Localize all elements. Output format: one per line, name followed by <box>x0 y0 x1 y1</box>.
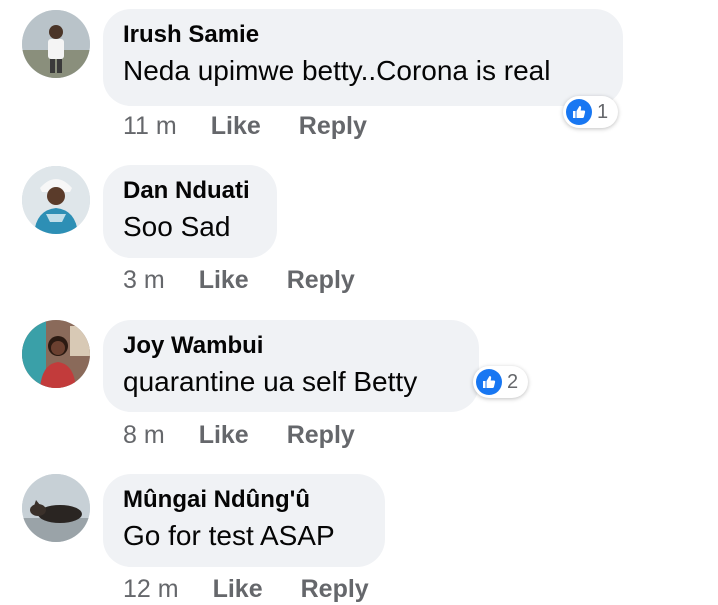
comment-meta: 12 m Like Reply <box>123 573 369 605</box>
avatar[interactable] <box>22 10 90 78</box>
reply-button[interactable]: Reply <box>287 419 355 451</box>
comment-meta: 11 m Like Reply <box>123 110 367 142</box>
comment-bubble: Irush Samie Neda upimwe betty..Corona is… <box>103 9 623 106</box>
like-reaction-icon <box>476 369 502 395</box>
avatar[interactable] <box>22 474 90 542</box>
like-button[interactable]: Like <box>199 419 249 451</box>
avatar[interactable] <box>22 320 90 388</box>
reaction-count: 2 <box>507 370 519 393</box>
like-button[interactable]: Like <box>213 573 263 605</box>
reply-button[interactable]: Reply <box>287 264 355 296</box>
comment-author[interactable]: Joy Wambui <box>123 330 459 362</box>
reaction-count: 1 <box>597 100 609 123</box>
comment-author[interactable]: Irush Samie <box>123 19 603 51</box>
comment-meta: 8 m Like Reply <box>123 419 355 451</box>
reply-button[interactable]: Reply <box>299 110 367 142</box>
comment-meta: 3 m Like Reply <box>123 264 355 296</box>
comment-author[interactable]: Mûngai Ndûng'û <box>123 484 365 516</box>
reaction-count-badge[interactable]: 1 <box>563 96 619 128</box>
comment-text: quarantine ua self Betty <box>123 366 418 397</box>
comment-text: Neda upimwe betty..Corona is real <box>123 55 551 86</box>
reply-button[interactable]: Reply <box>301 573 369 605</box>
person-photo-avatar-icon <box>22 320 90 388</box>
comment-time[interactable]: 8 m <box>123 419 165 451</box>
person-photo-avatar-icon <box>22 10 90 78</box>
comment-time[interactable]: 12 m <box>123 573 179 605</box>
like-button[interactable]: Like <box>199 264 249 296</box>
comment-bubble: Mûngai Ndûng'û Go for test ASAP <box>103 474 385 567</box>
comment-time[interactable]: 3 m <box>123 264 165 296</box>
avatar[interactable] <box>22 166 90 234</box>
comment-bubble: Joy Wambui quarantine ua self Betty <box>103 320 479 412</box>
person-photo-avatar-icon <box>22 166 90 234</box>
comment-text: Soo Sad <box>123 211 231 242</box>
comment-author[interactable]: Dan Nduati <box>123 175 257 207</box>
like-reaction-icon <box>566 99 592 125</box>
comment-text: Go for test ASAP <box>123 520 335 551</box>
comment-bubble: Dan Nduati Soo Sad <box>103 165 277 258</box>
dog-photo-avatar-icon <box>22 474 90 542</box>
reaction-count-badge[interactable]: 2 <box>473 366 529 398</box>
comment-time[interactable]: 11 m <box>123 110 177 142</box>
like-button[interactable]: Like <box>211 110 261 142</box>
